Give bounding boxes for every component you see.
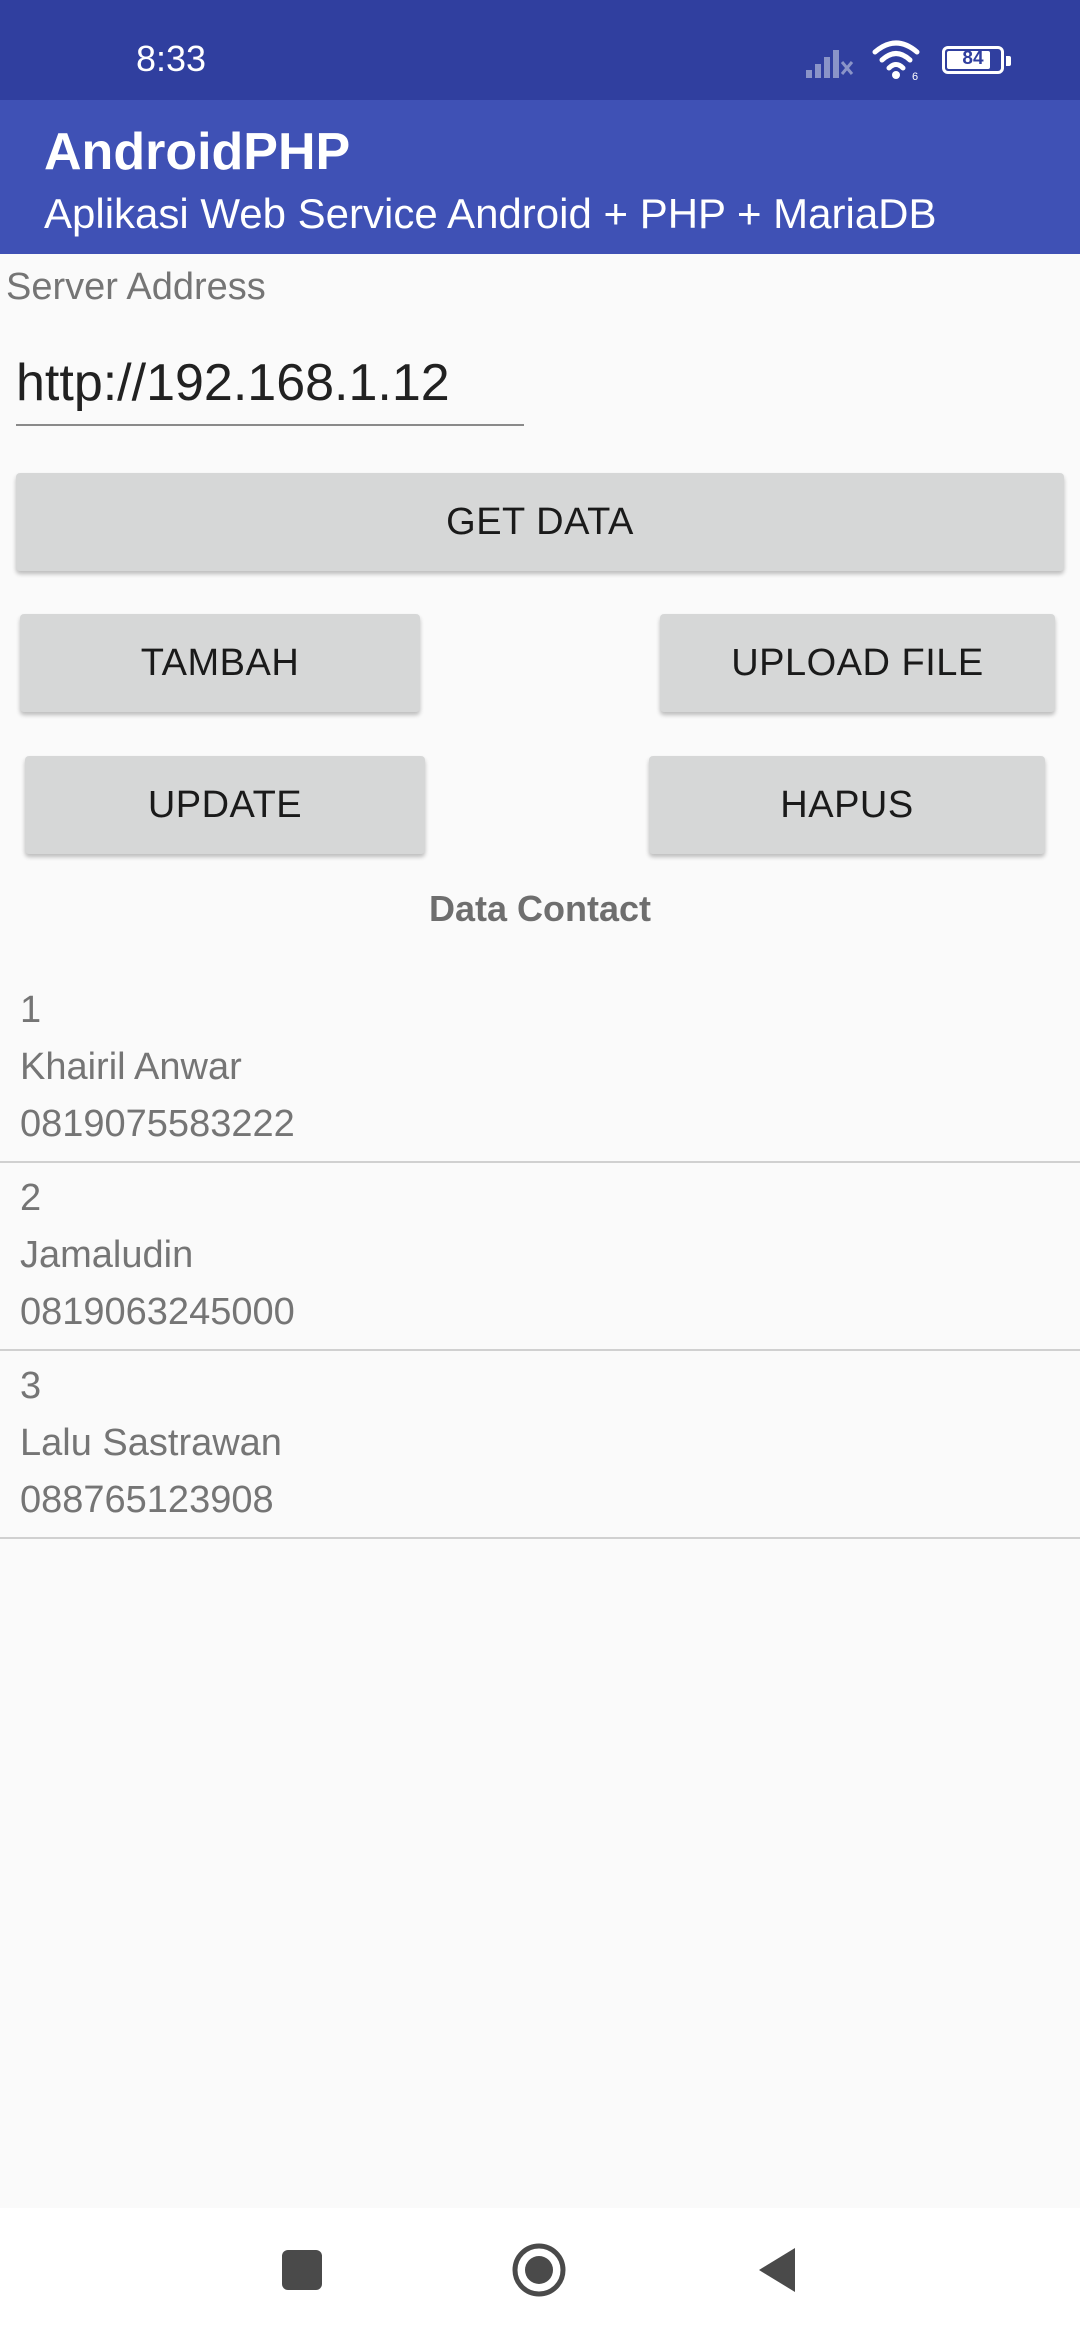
svg-text:6: 6 — [912, 71, 918, 82]
app-bar: AndroidPHP Aplikasi Web Service Android … — [0, 100, 1080, 254]
contact-phone: 088765123908 — [20, 1479, 274, 1521]
contact-name: Khairil Anwar — [20, 1046, 242, 1088]
home-icon[interactable] — [510, 2241, 568, 2299]
hapus-button[interactable]: HAPUS — [649, 756, 1045, 854]
tambah-button[interactable]: TAMBAH — [20, 614, 420, 712]
list-item[interactable]: 2 Jamaludin 0819063245000 — [0, 1163, 1080, 1351]
signal-icon — [806, 50, 854, 78]
battery-tip — [1006, 56, 1011, 66]
status-time: 8:33 — [136, 38, 207, 79]
status-bar: 8:33 6 84 — [0, 0, 1080, 100]
contact-phone: 0819063245000 — [20, 1291, 295, 1333]
app-subtitle: Aplikasi Web Service Android + PHP + Mar… — [44, 190, 937, 237]
list-item[interactable]: 3 Lalu Sastrawan 088765123908 — [0, 1351, 1080, 1539]
server-address-label: Server Address — [6, 266, 266, 308]
contact-id: 3 — [20, 1365, 42, 1407]
list-item[interactable]: 1 Khairil Anwar 0819075583222 — [0, 975, 1080, 1163]
battery-level-text: 84 — [962, 48, 984, 69]
get-data-button[interactable]: GET DATA — [16, 473, 1064, 571]
update-button[interactable]: UPDATE — [25, 756, 425, 854]
back-icon[interactable] — [755, 2245, 799, 2295]
upload-file-button[interactable]: UPLOAD FILE — [660, 614, 1055, 712]
recent-apps-icon[interactable] — [280, 2248, 324, 2292]
data-contact-title: Data Contact — [428, 888, 652, 929]
app-title: AndroidPHP — [44, 123, 351, 181]
contact-name: Jamaludin — [20, 1234, 194, 1276]
server-address-input[interactable] — [16, 342, 524, 426]
contact-id: 2 — [20, 1177, 42, 1219]
contact-list: 1 Khairil Anwar 0819075583222 2 Jamaludi… — [0, 975, 1080, 1539]
battery-icon: 84 — [942, 46, 1011, 74]
contact-phone: 0819075583222 — [20, 1103, 295, 1145]
wifi-icon: 6 — [872, 40, 920, 82]
contact-id: 1 — [20, 989, 42, 1031]
contact-name: Lalu Sastrawan — [20, 1422, 282, 1464]
navigation-bar — [0, 2208, 1080, 2340]
